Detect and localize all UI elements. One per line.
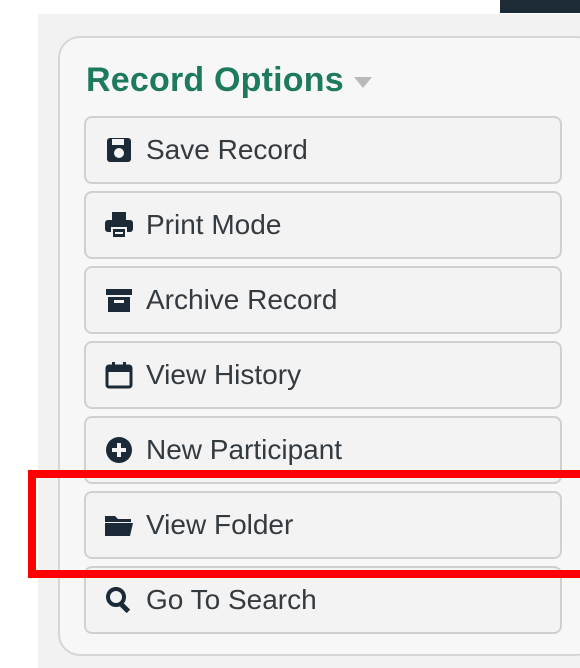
record-options-menu: Save Record Print Mode Archive Record Vi… [84,116,562,641]
save-record-button[interactable]: Save Record [84,116,562,184]
go-to-search-button[interactable]: Go To Search [84,566,562,634]
save-icon [104,135,134,165]
menu-item-label: Save Record [146,134,308,165]
screen: Record Options Save Record Print Mode Ar… [0,0,580,668]
view-history-button[interactable]: View History [84,341,562,409]
caret-down-icon[interactable] [353,76,372,88]
menu-item-label: Archive Record [146,284,338,315]
calendar-icon [104,360,134,390]
view-folder-button[interactable]: View Folder [84,491,562,559]
print-mode-button[interactable]: Print Mode [84,191,562,259]
panel-title: Record Options [86,60,344,99]
plus-circle-icon [104,435,134,465]
menu-item-label: View History [146,359,302,390]
menu-item-label: Go To Search [146,584,317,615]
menu-item-label: View Folder [146,509,294,540]
menu-item-label: Print Mode [146,209,282,240]
new-participant-button[interactable]: New Participant [84,416,562,484]
folder-icon [104,510,134,540]
archive-record-button[interactable]: Archive Record [84,266,562,334]
header-corner [500,0,580,13]
menu-item-label: New Participant [146,434,343,465]
record-options-header[interactable]: Record Options [86,56,372,104]
archive-icon [104,285,134,315]
search-icon [104,585,134,615]
print-icon [104,210,134,240]
